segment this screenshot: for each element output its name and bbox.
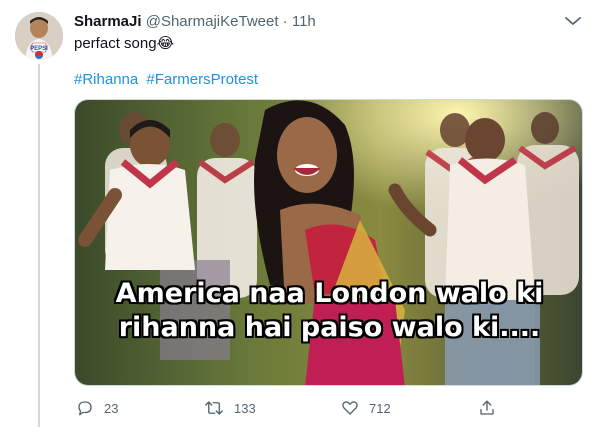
meme-caption-line-1: America naa London walo ki xyxy=(115,278,544,309)
svg-text:PEPSI: PEPSI xyxy=(30,46,48,52)
like-count: 712 xyxy=(369,400,391,416)
dance-scene-image xyxy=(75,100,582,385)
reply-count: 23 xyxy=(104,400,119,416)
more-button[interactable] xyxy=(560,10,586,32)
share-button[interactable] xyxy=(478,396,496,420)
author-handle[interactable]: @SharmajiKeTweet xyxy=(146,13,279,30)
reply-icon xyxy=(78,401,92,416)
thread-line xyxy=(38,64,40,427)
meme-caption-line-2: rihanna hai paiso walo ki.... xyxy=(118,312,541,343)
share-icon xyxy=(480,400,494,415)
retweet-icon xyxy=(205,401,223,415)
tweet-actions-bar: 23 133 712 xyxy=(74,396,583,420)
retweet-count: 133 xyxy=(234,400,256,416)
laughing-emoji-icon: 😂 xyxy=(156,35,175,52)
reply-button[interactable]: 23 xyxy=(76,396,118,420)
avatar[interactable]: PEPSI xyxy=(15,12,63,60)
hashtag-line: #Rihanna #FarmersProtest xyxy=(74,71,262,89)
separator-dot: · xyxy=(282,13,288,30)
hashtag-farmersprotest[interactable]: #FarmersProtest xyxy=(146,71,258,88)
tweet-media-image[interactable]: America naa London walo ki rihanna hai p… xyxy=(74,99,583,386)
heart-icon xyxy=(342,401,358,415)
tweet-time[interactable]: 11h xyxy=(292,13,316,30)
avatar-image: PEPSI xyxy=(15,12,63,60)
tweet-text-body: perfact song xyxy=(74,35,157,52)
like-button[interactable]: 712 xyxy=(341,396,391,420)
retweet-button[interactable]: 133 xyxy=(204,396,256,420)
hashtag-rihanna[interactable]: #Rihanna xyxy=(74,71,138,88)
tweet-header: SharmaJi @SharmajiKeTweet · 11h xyxy=(74,13,316,31)
tweet-text: perfact song😂 xyxy=(74,35,174,53)
more-icon xyxy=(565,17,581,25)
author-name[interactable]: SharmaJi xyxy=(74,13,142,30)
